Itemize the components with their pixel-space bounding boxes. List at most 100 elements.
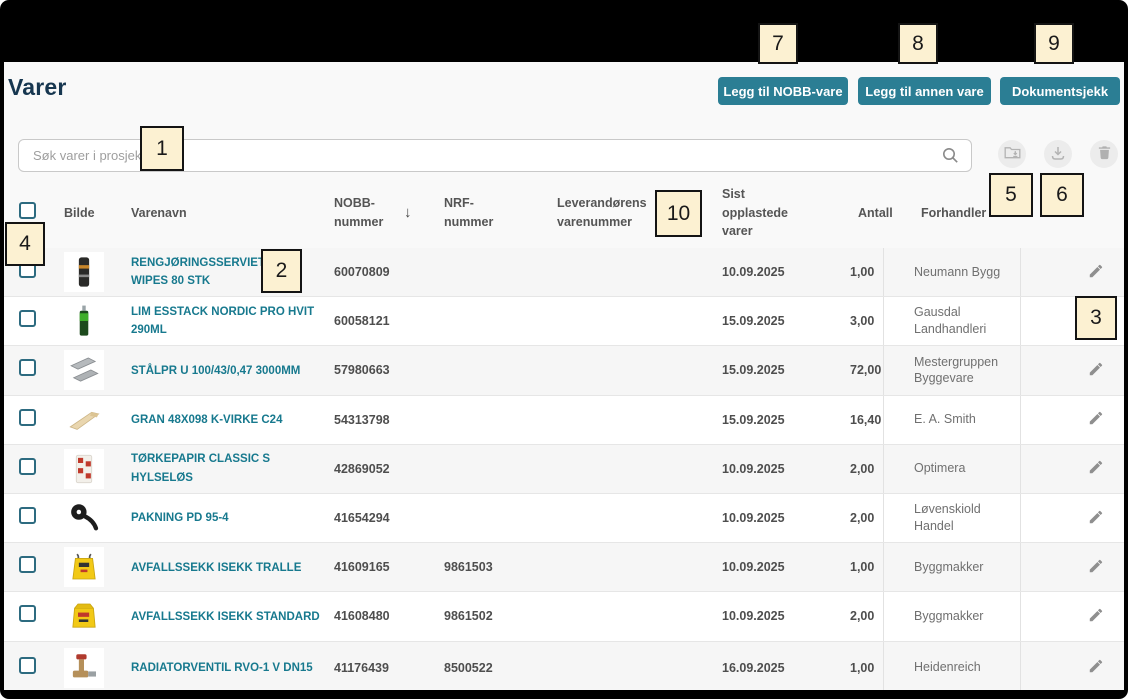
retailer-cell: Optimera [883,445,1020,493]
table-row: RENGJØRINGSSERVIETTER WIPES 80 STK 60070… [4,248,1124,297]
annotation-marker-2: 2 [261,249,302,293]
pencil-icon [1088,459,1104,478]
edit-row-button[interactable] [1086,408,1106,431]
upload-date: 15.09.2025 [712,413,845,427]
annotation-marker-3: 3 [1075,296,1117,340]
product-image-gasket [64,498,104,538]
page-title: Varer [8,74,67,101]
trash-icon [1097,145,1112,163]
quantity: 2,00 [845,609,883,623]
edit-row-button[interactable] [1086,457,1106,480]
upload-date: 15.09.2025 [712,363,845,377]
annotation-marker-1: 1 [140,126,184,171]
column-header-nobb-nummer[interactable]: NOBB-nummer ↓ [326,194,437,232]
nobb-number: 41654294 [326,511,437,525]
product-link[interactable]: AVFALLSSEKK ISEKK TRALLE [131,559,301,577]
table-row: LIM ESSTACK NORDIC PRO HVIT 290ML 600581… [4,297,1124,346]
nobb-number: 57980663 [326,363,437,377]
nrf-number: 9861503 [437,560,550,574]
table-row: TØRKEPAPIR CLASSIC S HYLSELØS 42869052 1… [4,445,1124,494]
add-other-product-button[interactable]: Legg til annen vare [858,77,991,105]
product-link[interactable]: PAKNING PD 95-4 [131,509,229,527]
row-checkbox[interactable] [19,556,36,573]
nobb-number: 60070809 [326,265,437,279]
nobb-number: 41176439 [326,661,437,675]
annotation-marker-5: 5 [989,173,1033,217]
product-link[interactable]: TØRKEPAPIR CLASSIC S HYLSELØS [131,450,324,487]
quantity: 72,00 [845,363,883,377]
product-link[interactable]: RADIATORVENTIL RVO-1 V DN15 [131,659,313,677]
column-header-varenavn: Varenavn [124,204,326,223]
product-link[interactable]: LIM ESSTACK NORDIC PRO HVIT 290ML [131,303,324,340]
annotation-marker-7: 7 [758,23,798,64]
table-row: AVFALLSSEKK ISEKK TRALLE 41609165 986150… [4,543,1124,592]
pencil-icon [1088,263,1104,282]
nobb-number: 41608480 [326,609,437,623]
product-image-waste-bag-trolley [64,547,104,587]
quantity: 2,00 [845,462,883,476]
nobb-number: 54313798 [326,413,437,427]
upload-date: 10.09.2025 [712,265,845,279]
nrf-number: 9861502 [437,609,550,623]
folder-download-icon [1004,145,1021,163]
add-nobb-product-button[interactable]: Legg til NOBB-vare [718,77,848,105]
product-image-glue [64,301,104,341]
edit-row-button[interactable] [1086,605,1106,628]
annotation-marker-8: 8 [898,23,938,64]
sort-descending-icon[interactable]: ↓ [404,202,412,225]
column-header-antall: Antall [845,204,883,223]
product-link[interactable]: GRAN 48X098 K-VIRKE C24 [131,411,282,429]
column-header-bilde: Bilde [56,204,124,223]
pencil-icon [1088,658,1104,677]
table-row: RADIATORVENTIL RVO-1 V DN15 41176439 850… [4,642,1124,691]
pencil-icon [1088,361,1104,380]
pencil-icon [1088,607,1104,626]
screenshot-frame: Varer Legg til NOBB-vare Legg til annen … [0,0,1128,699]
product-image-paper-roll [64,449,104,489]
row-checkbox[interactable] [19,605,36,622]
edit-row-button[interactable] [1086,507,1106,530]
edit-row-button[interactable] [1086,359,1106,382]
retailer-cell: Løvenskiold Handel [883,494,1020,542]
row-checkbox[interactable] [19,409,36,426]
table-row: STÅLPR U 100/43/0,47 3000MM 57980663 15.… [4,346,1124,395]
select-all-checkbox[interactable] [19,202,36,219]
column-header-sist-opplastede-varer: Sist opplastede varer [712,185,845,241]
document-check-button[interactable]: Dokumentsjekk [1000,77,1120,105]
product-image-wipes [64,252,104,292]
table-body: RENGJØRINGSSERVIETTER WIPES 80 STK 60070… [4,248,1124,690]
edit-row-button[interactable] [1086,261,1106,284]
product-link[interactable]: STÅLPR U 100/43/0,47 3000MM [131,362,300,380]
annotation-marker-9: 9 [1034,23,1074,64]
retailer-cell: Heidenreich [883,642,1020,691]
delete-button[interactable] [1090,140,1118,168]
quantity: 3,00 [845,314,883,328]
nobb-number: 60058121 [326,314,437,328]
row-checkbox[interactable] [19,657,36,674]
annotation-marker-4: 4 [5,222,45,266]
pencil-icon [1088,558,1104,577]
retailer-cell: Neumann Bygg [883,248,1020,296]
upload-date: 10.09.2025 [712,511,845,525]
quantity: 1,00 [845,265,883,279]
row-checkbox[interactable] [19,458,36,475]
row-checkbox[interactable] [19,359,36,376]
upload-date: 10.09.2025 [712,560,845,574]
download-button[interactable] [1044,140,1072,168]
move-to-folder-button[interactable] [998,140,1026,168]
table-row: AVFALLSSEKK ISEKK STANDARD 41608480 9861… [4,592,1124,641]
edit-row-button[interactable] [1086,556,1106,579]
quantity: 1,00 [845,560,883,574]
nobb-number: 42869052 [326,462,437,476]
upload-date: 16.09.2025 [712,661,845,675]
retailer-cell: Byggmakker [883,543,1020,591]
quantity: 2,00 [845,511,883,525]
table-row: PAKNING PD 95-4 41654294 10.09.2025 2,00… [4,494,1124,543]
product-link[interactable]: AVFALLSSEKK ISEKK STANDARD [131,608,320,626]
column-header-nrf-nummer: NRF-nummer [437,194,550,232]
row-checkbox[interactable] [19,507,36,524]
edit-row-button[interactable] [1086,656,1106,679]
quantity: 1,00 [845,661,883,675]
row-checkbox[interactable] [19,310,36,327]
search-icon [942,147,959,164]
